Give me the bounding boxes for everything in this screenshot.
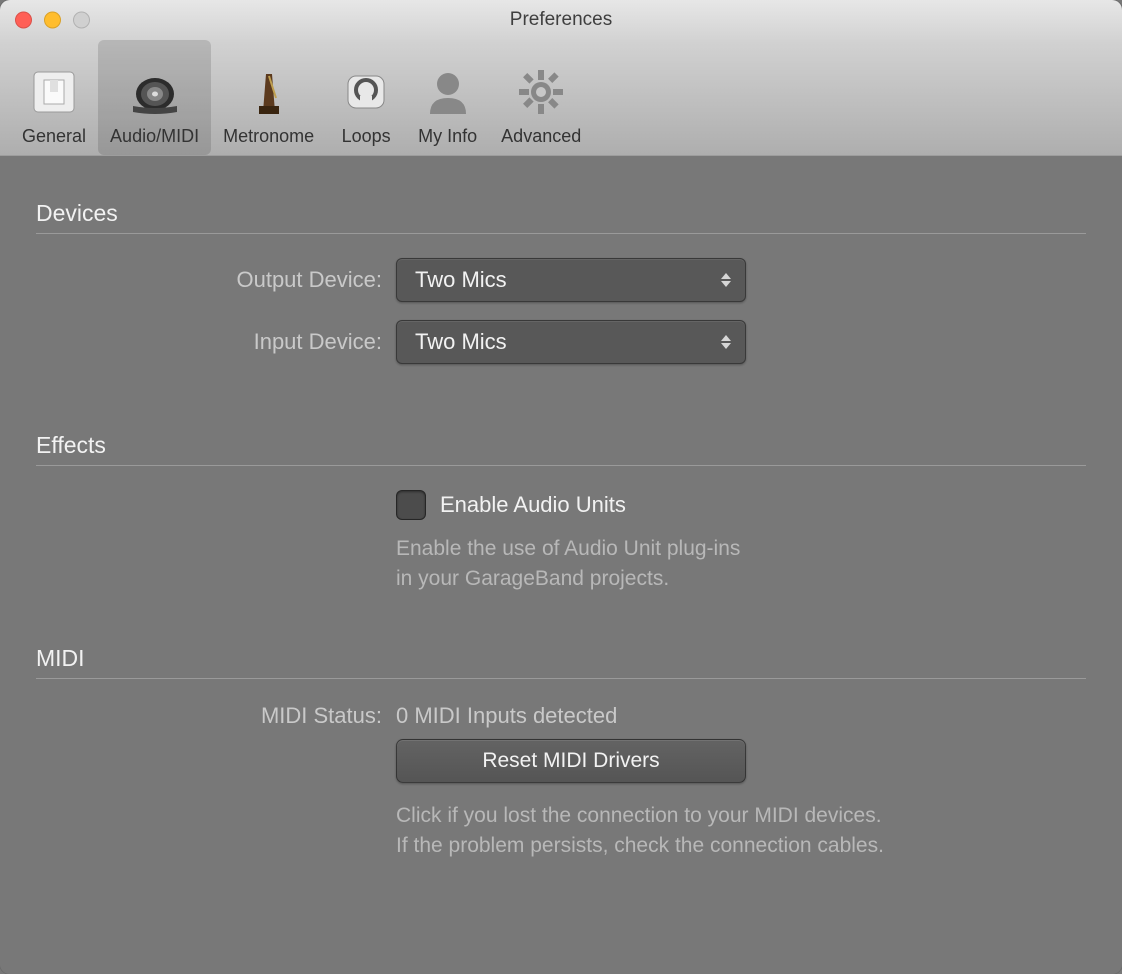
divider (36, 233, 1086, 234)
output-device-value: Two Mics (415, 267, 507, 293)
tab-my-info[interactable]: My Info (406, 40, 489, 155)
tab-audio-midi[interactable]: Audio/MIDI (98, 40, 211, 155)
reset-midi-drivers-button[interactable]: Reset MIDI Drivers (396, 739, 746, 783)
enable-audio-units-checkbox[interactable] (396, 490, 426, 520)
tab-label: Loops (342, 126, 391, 147)
output-device-label: Output Device: (36, 267, 396, 293)
divider (36, 465, 1086, 466)
speaker-icon (127, 64, 183, 120)
output-device-row: Output Device: Two Mics (36, 258, 1086, 302)
tab-general[interactable]: General (10, 40, 98, 155)
input-device-row: Input Device: Two Mics (36, 320, 1086, 364)
preferences-window: Preferences General (0, 0, 1122, 974)
metronome-icon (241, 64, 297, 120)
tab-label: My Info (418, 126, 477, 147)
section-devices-title: Devices (36, 200, 1086, 227)
content-pane: Devices Output Device: Two Mics Input De… (0, 156, 1122, 974)
input-device-select[interactable]: Two Mics (396, 320, 746, 364)
section-effects-title: Effects (36, 432, 1086, 459)
divider (36, 678, 1086, 679)
output-device-select[interactable]: Two Mics (396, 258, 746, 302)
effects-description: Enable the use of Audio Unit plug-ins in… (396, 534, 1086, 595)
description-line: Enable the use of Audio Unit plug-ins (396, 534, 1086, 564)
midi-description: Click if you lost the connection to your… (396, 801, 1086, 862)
zoom-window-button[interactable] (73, 12, 90, 29)
tab-label: Metronome (223, 126, 314, 147)
tab-label: Advanced (501, 126, 581, 147)
tab-loops[interactable]: Loops (326, 40, 406, 155)
description-line: in your GarageBand projects. (396, 564, 1086, 594)
description-line: Click if you lost the connection to your… (396, 801, 1086, 831)
enable-audio-units-row: Enable Audio Units (396, 490, 1086, 520)
input-device-label: Input Device: (36, 329, 396, 355)
person-icon (420, 64, 476, 120)
description-line: If the problem persists, check the conne… (396, 831, 1086, 861)
section-midi-title: MIDI (36, 645, 1086, 672)
titlebar: Preferences (0, 0, 1122, 40)
midi-status-row: MIDI Status: 0 MIDI Inputs detected (36, 703, 1086, 729)
window-controls (15, 12, 90, 29)
tab-metronome[interactable]: Metronome (211, 40, 326, 155)
tab-label: Audio/MIDI (110, 126, 199, 147)
input-device-value: Two Mics (415, 329, 507, 355)
loops-icon (338, 64, 394, 120)
tab-advanced[interactable]: Advanced (489, 40, 593, 155)
tab-label: General (22, 126, 86, 147)
preference-tabs: General Audio/MIDI (0, 40, 1122, 156)
close-window-button[interactable] (15, 12, 32, 29)
midi-status-label: MIDI Status: (36, 703, 396, 729)
button-label: Reset MIDI Drivers (482, 749, 659, 773)
midi-status-value: 0 MIDI Inputs detected (396, 703, 617, 729)
chevron-up-down-icon (721, 335, 731, 349)
minimize-window-button[interactable] (44, 12, 61, 29)
switch-icon (26, 64, 82, 120)
gear-icon (513, 64, 569, 120)
window-title: Preferences (0, 9, 1122, 31)
enable-audio-units-label: Enable Audio Units (440, 492, 626, 518)
chevron-up-down-icon (721, 273, 731, 287)
